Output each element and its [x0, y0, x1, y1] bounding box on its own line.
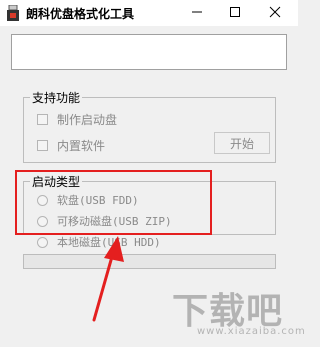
app-usb-icon — [6, 4, 20, 21]
minimize-icon — [192, 11, 202, 13]
device-info-textbox[interactable] — [11, 34, 287, 70]
boot-type-hdd-label: 本地磁盘(USB HDD) — [57, 236, 161, 249]
maximize-icon — [230, 7, 240, 17]
support-functions-legend: 支持功能 — [30, 89, 83, 106]
minimize-button[interactable] — [180, 0, 214, 24]
title-bar: 朗科优盘格式化工具 — [0, 0, 298, 26]
builtin-software-label: 内置软件 — [57, 139, 106, 153]
boot-type-hdd-option[interactable]: 本地磁盘(USB HDD) — [37, 234, 161, 250]
builtin-software-checkbox[interactable] — [37, 140, 48, 151]
close-button[interactable] — [258, 0, 292, 24]
builtin-software-option[interactable]: 内置软件 — [37, 137, 105, 154]
make-boot-disk-option[interactable]: 制作启动盘 — [37, 111, 117, 128]
highlight-rectangle — [15, 170, 212, 235]
window-title: 朗科优盘格式化工具 — [26, 7, 135, 21]
watermark-url: www.xiazaiba.com — [197, 326, 306, 337]
make-boot-disk-checkbox[interactable] — [37, 114, 48, 125]
close-icon — [269, 6, 281, 18]
progress-bar — [23, 254, 276, 269]
maximize-button[interactable] — [218, 0, 252, 24]
boot-type-hdd-radio[interactable] — [37, 236, 48, 248]
make-boot-disk-label: 制作启动盘 — [57, 113, 118, 127]
start-button[interactable]: 开始 — [214, 132, 270, 154]
